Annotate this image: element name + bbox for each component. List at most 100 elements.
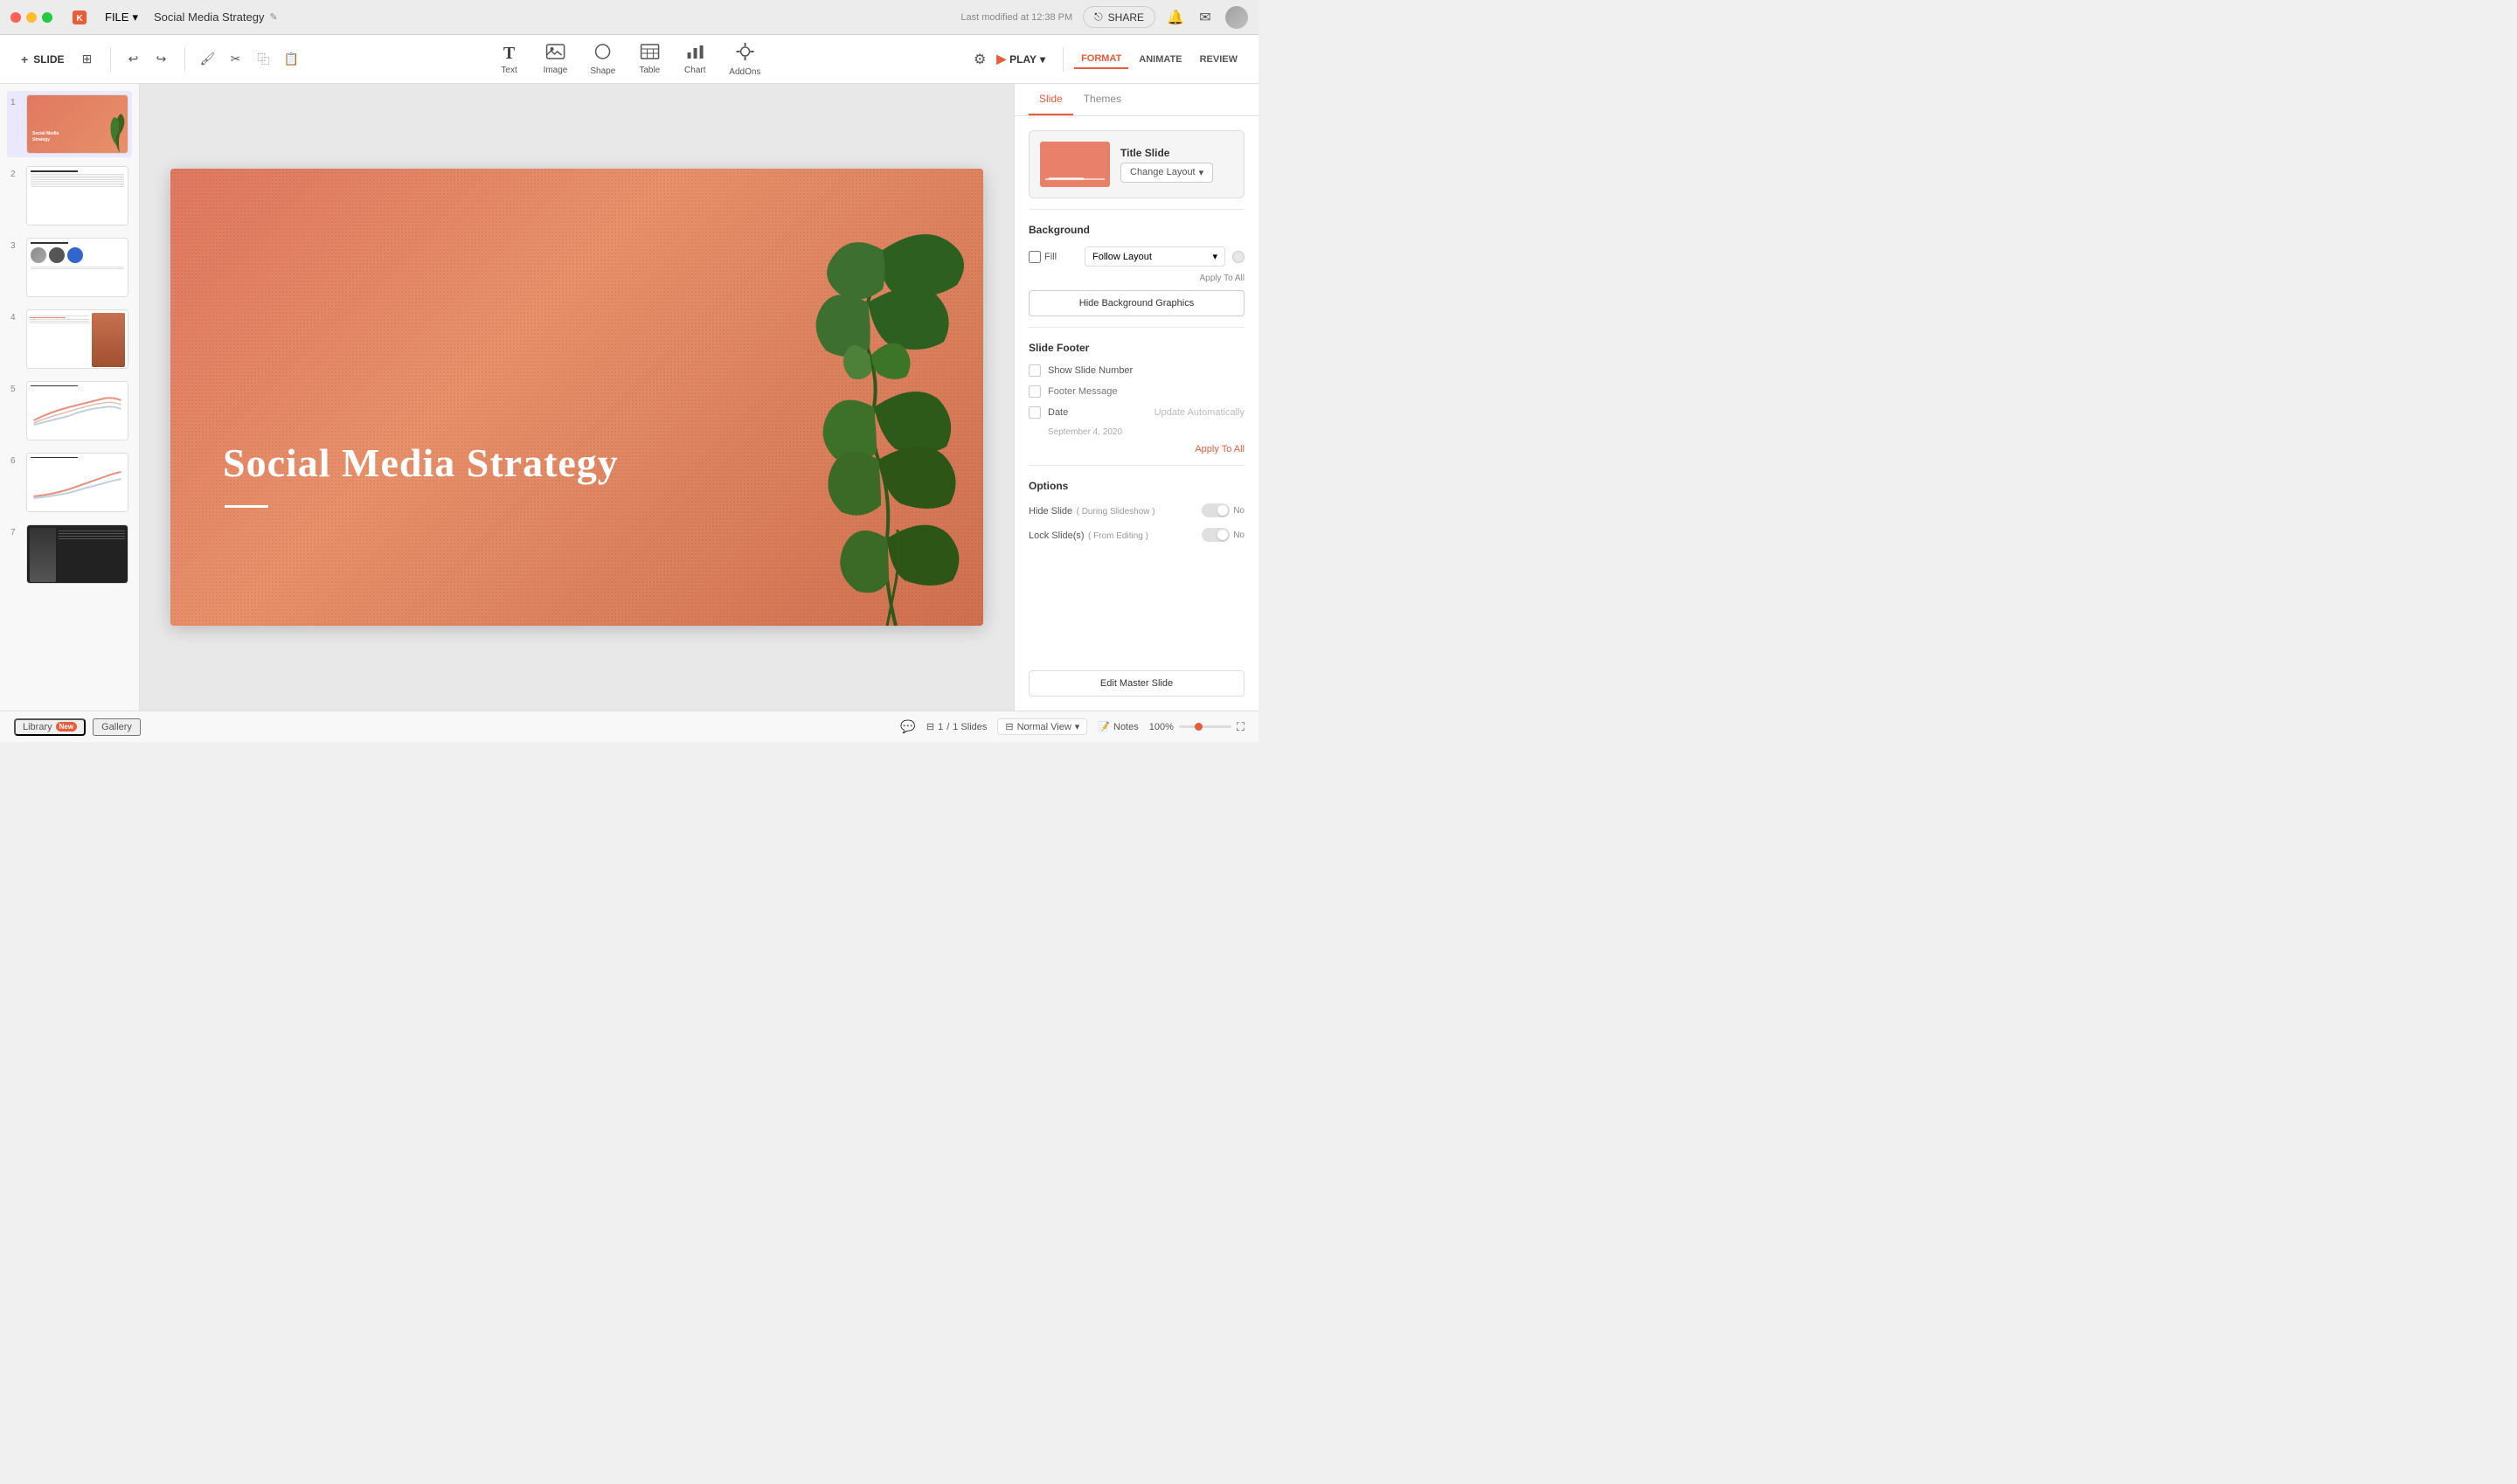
lock-slide-pill[interactable] [1202, 528, 1230, 542]
undo-button[interactable]: ↩ [121, 47, 146, 72]
show-slide-num-label: Show Slide Number [1048, 365, 1133, 376]
format-tab[interactable]: FORMAT [1074, 50, 1128, 69]
footer-message-checkbox[interactable] [1029, 385, 1041, 398]
maximize-button[interactable] [42, 12, 52, 23]
slide-thumbnail-4[interactable]: 4 [7, 306, 132, 372]
image-tool[interactable]: Image [533, 38, 579, 80]
fill-label: Fill [1044, 252, 1071, 262]
main-area: 1 Social MediaStrategy 2 [0, 84, 1258, 711]
text-tool[interactable]: T Text [488, 38, 531, 80]
lock-slide-toggle[interactable]: No [1202, 528, 1245, 542]
notification-icon[interactable]: 🔔 [1166, 8, 1185, 27]
share-icon: ⎋ [1094, 10, 1103, 24]
layout-title: Title Slide [1120, 147, 1233, 159]
fill-checkbox[interactable] [1029, 251, 1041, 263]
lock-slide-labels: Lock Slide(s) ( From Editing ) [1029, 527, 1148, 543]
lock-slide-value: No [1233, 530, 1245, 540]
footer-message-input[interactable] [1048, 386, 1245, 397]
user-avatar[interactable] [1225, 6, 1248, 29]
color-dot[interactable] [1232, 251, 1245, 263]
hide-background-button[interactable]: Hide Background Graphics [1029, 290, 1245, 316]
hide-slide-value: No [1233, 506, 1245, 516]
minimize-button[interactable] [26, 12, 37, 23]
footer-section-title: Slide Footer [1029, 342, 1245, 354]
slide-thumbnail-2[interactable]: 2 [7, 163, 132, 229]
date-value: September 4, 2020 [1048, 427, 1245, 437]
slide-thumb-img-6 [26, 453, 128, 512]
date-checkbox[interactable] [1029, 406, 1041, 419]
zoom-controls: 100% ⛶ [1149, 720, 1245, 734]
options-section-title: Options [1029, 480, 1245, 492]
slide-thumbnail-7[interactable]: 7 [7, 521, 132, 587]
view-icon: ⊟ [1005, 721, 1013, 732]
slide-thumb-img-2 [26, 166, 128, 225]
mail-icon[interactable]: ✉ [1196, 8, 1215, 27]
last-modified-text: Last modified at 12:38 PM [960, 12, 1072, 23]
redo-button[interactable]: ↪ [149, 47, 174, 72]
edit-icon[interactable]: ✎ [269, 11, 277, 23]
share-button[interactable]: ⎋ SHARE [1083, 6, 1155, 28]
hide-slide-pill[interactable] [1202, 503, 1230, 517]
apply-to-all-text[interactable]: Apply To All [1029, 274, 1245, 283]
shape-tool[interactable]: Shape [579, 38, 626, 81]
chart-tool[interactable]: Chart [673, 38, 717, 80]
main-toolbar: + SLIDE ⊞ ↩ ↪ 🖌 ✂ ⿻ 📋 T Text Image Shape [0, 35, 1258, 84]
change-layout-button[interactable]: Change Layout ▾ [1120, 163, 1213, 183]
divider2 [1029, 327, 1245, 328]
file-menu-button[interactable]: FILE ▾ [98, 8, 145, 27]
gallery-button[interactable]: Gallery [93, 718, 141, 736]
chevron-down-icon: ▾ [132, 10, 138, 24]
table-tool[interactable]: Table [628, 38, 671, 80]
lock-slide-row: Lock Slide(s) ( From Editing ) No [1029, 527, 1245, 543]
slide-thumb-img-7 [26, 524, 128, 584]
slide-thumbnail-1[interactable]: 1 Social MediaStrategy [7, 91, 132, 157]
slide-grid-button[interactable]: ⊞ [75, 47, 100, 72]
fit-to-window-icon[interactable]: ⛶ [1237, 720, 1245, 734]
paste-button[interactable]: 📋 [280, 47, 304, 72]
slide-thumb-img-3 [26, 238, 128, 297]
slide-tab[interactable]: Slide [1029, 84, 1073, 115]
animate-tab[interactable]: ANIMATE [1132, 51, 1189, 68]
play-button[interactable]: ▶ PLAY ▾ [989, 48, 1052, 70]
themes-tab[interactable]: Themes [1073, 84, 1132, 115]
center-toolbar: T Text Image Shape Table Chart [488, 37, 772, 82]
slide-thumbnail-5[interactable]: 5 [7, 378, 132, 444]
document-title: Social Media Strategy ✎ [154, 10, 278, 24]
background-section-title: Background [1029, 224, 1245, 236]
main-slide-canvas: Social Media Strategy [170, 169, 983, 626]
show-slide-num-checkbox[interactable] [1029, 364, 1041, 377]
notes-button[interactable]: 📝 Notes [1098, 721, 1138, 732]
review-tab[interactable]: REVIEW [1193, 51, 1245, 68]
addons-tool[interactable]: AddOns [718, 37, 771, 82]
slide-thumbnail-3[interactable]: 3 [7, 234, 132, 301]
edit-master-slide-button[interactable]: Edit Master Slide [1029, 670, 1245, 697]
layout-info: Title Slide Change Layout ▾ [1120, 147, 1233, 183]
chevron-down-icon: ▾ [1075, 721, 1080, 732]
file-menu-label: FILE [105, 10, 128, 24]
hide-slide-row: Hide Slide ( During Slideshow ) No [1029, 503, 1245, 518]
play-dropdown-icon: ▾ [1040, 53, 1045, 66]
date-row: Date Update Automatically [1029, 406, 1245, 419]
library-button[interactable]: Library New [14, 718, 86, 736]
close-button[interactable] [10, 12, 21, 23]
copy-button[interactable]: ⿻ [252, 47, 276, 72]
plus-icon: + [21, 52, 28, 66]
zoom-slider[interactable] [1179, 725, 1231, 728]
add-slide-button[interactable]: + SLIDE [14, 49, 72, 70]
footer-apply-to-all[interactable]: Apply To All [1029, 444, 1245, 454]
canvas-area[interactable]: Social Media Strategy [140, 84, 1014, 711]
shape-icon [594, 43, 612, 65]
hide-slide-toggle[interactable]: No [1202, 503, 1245, 517]
slide-thumb-img-4 [26, 309, 128, 369]
divider [110, 47, 111, 72]
follow-layout-select[interactable]: Follow Layout ▾ [1085, 246, 1225, 267]
view-selector[interactable]: ⊟ Normal View ▾ [997, 718, 1087, 735]
settings-icon[interactable]: ⚙ [974, 51, 986, 68]
paint-format-button[interactable]: 🖌 [196, 47, 220, 72]
slide-thumbnail-6[interactable]: 6 [7, 449, 132, 516]
bottom-bar: Library New Gallery 💬 ⊟ 1 / 1 Slides ⊟ N… [0, 711, 1258, 742]
cut-button[interactable]: ✂ [224, 47, 248, 72]
titlebar: K FILE ▾ Social Media Strategy ✎ Last mo… [0, 0, 1258, 35]
slide-title-underline [225, 505, 268, 508]
chat-icon[interactable]: 💬 [900, 719, 915, 734]
